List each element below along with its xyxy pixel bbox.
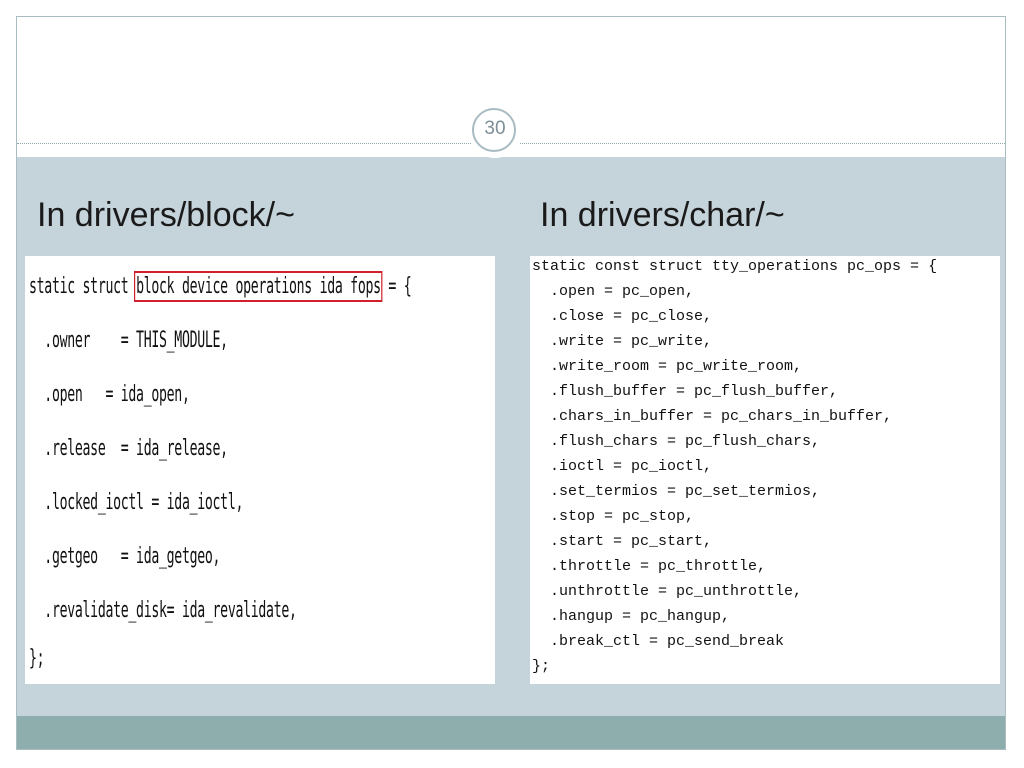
code-line: .hangup = pc_hangup, bbox=[532, 608, 731, 625]
code-line: static const struct tty_operations pc_op… bbox=[532, 258, 938, 275]
code-line-struct-declaration: static struct block device operations id… bbox=[29, 271, 412, 302]
code-line: .locked_ioctl = ida_ioctl, bbox=[29, 490, 244, 515]
code-suffix: = { bbox=[380, 274, 412, 299]
code-line: }; bbox=[532, 658, 551, 675]
code-line: .unthrottle = pc_unthrottle, bbox=[532, 583, 803, 600]
code-line: .ioctl = pc_ioctl, bbox=[532, 458, 713, 475]
code-line: .break_ctl = pc_send_break bbox=[532, 633, 785, 650]
code-line: }; bbox=[29, 646, 45, 671]
code-line: .open = ida_open, bbox=[29, 382, 190, 407]
slide-footer-band bbox=[17, 716, 1005, 749]
page-number: 30 bbox=[484, 118, 506, 139]
code-line: .throttle = pc_throttle, bbox=[532, 558, 767, 575]
code-line: .chars_in_buffer = pc_chars_in_buffer, bbox=[532, 408, 893, 425]
code-line: .close = pc_close, bbox=[532, 308, 713, 325]
code-line: .stop = pc_stop, bbox=[532, 508, 695, 525]
heading-block-drivers: In drivers/block/~ bbox=[37, 196, 295, 234]
code-line: .flush_chars = pc_flush_chars, bbox=[532, 433, 821, 450]
code-line: .revalidate_disk= ida_revalidate, bbox=[29, 598, 297, 623]
code-line: .release = ida_release, bbox=[29, 436, 228, 461]
code-block-left: static struct block device operations id… bbox=[25, 256, 495, 684]
code-line: .write = pc_write, bbox=[532, 333, 713, 350]
heading-char-drivers: In drivers/char/~ bbox=[540, 196, 785, 234]
code-line: .getgeo = ida_getgeo, bbox=[29, 544, 221, 569]
code-line: .set_termios = pc_set_termios, bbox=[532, 483, 821, 500]
code-line: .open = pc_open, bbox=[532, 283, 695, 300]
code-prefix: static struct bbox=[29, 274, 137, 299]
page-number-badge: 30 bbox=[468, 104, 522, 158]
code-block-right: static const struct tty_operations pc_op… bbox=[530, 256, 1000, 684]
code-line: .flush_buffer = pc_flush_buffer, bbox=[532, 383, 839, 400]
code-line: .start = pc_start, bbox=[532, 533, 713, 550]
code-line: .owner = THIS_MODULE, bbox=[29, 328, 228, 353]
code-line: .write_room = pc_write_room, bbox=[532, 358, 803, 375]
highlighted-struct-name: block device operations ida fops bbox=[134, 271, 383, 302]
